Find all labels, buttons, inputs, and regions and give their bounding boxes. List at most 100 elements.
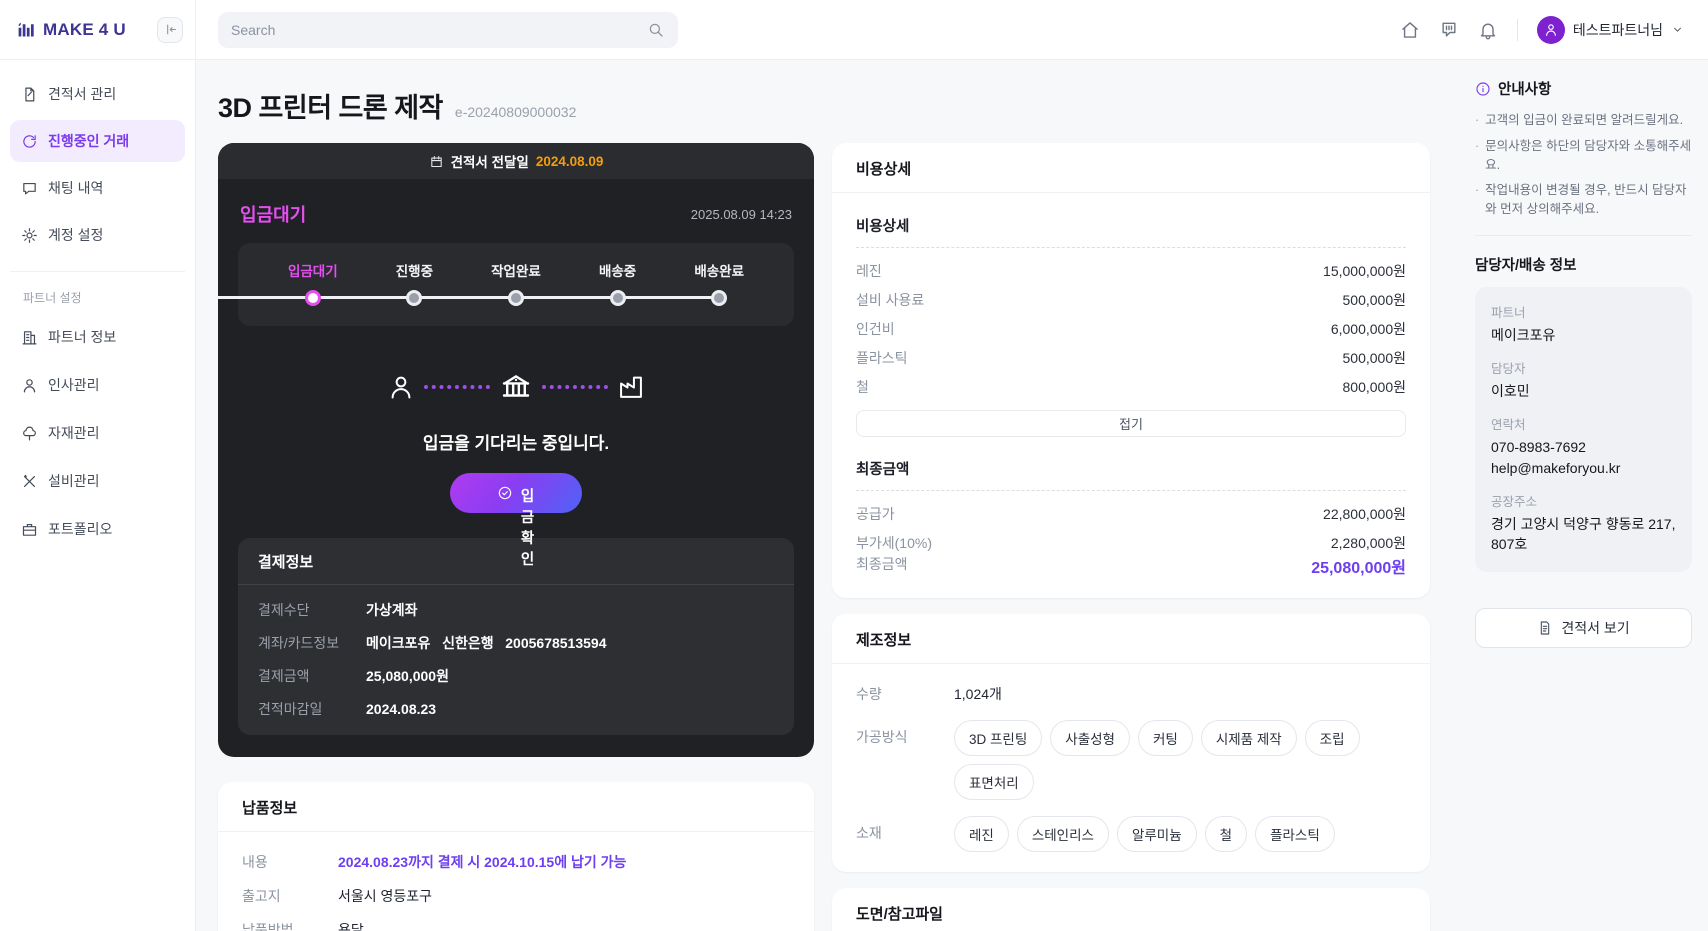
stepper-step: 배송중 (567, 260, 669, 306)
cost-detail-subtitle: 비용상세 (856, 215, 1406, 236)
cost-row-label: 인건비 (856, 319, 895, 339)
contact-card: 파트너 메이크포유 담당자 이호민 연락처 070-8983-7692 help… (1475, 287, 1692, 572)
chat-badge-icon[interactable] (1439, 20, 1459, 40)
quote-delivery-label: 견적서 전달일 (451, 151, 529, 171)
sidebar-collapse-button[interactable] (157, 17, 183, 43)
sidebar-main-menu: 견적서 관리 진행중인 거래 채팅 내역 계정 설정 (0, 60, 195, 261)
sidebar-item[interactable]: 포트폴리오 (10, 508, 185, 550)
sidebar-item[interactable]: 설비관리 (10, 460, 185, 502)
quantity-label: 수량 (856, 684, 954, 704)
search-icon[interactable] (647, 21, 665, 39)
sidebar-item-label: 설비관리 (48, 471, 100, 491)
collapse-button[interactable]: 접기 (856, 410, 1406, 437)
stepper-step: 배송완료 (668, 260, 770, 306)
step-dot (508, 290, 524, 306)
payment-flow-illustration (238, 370, 794, 404)
cost-row: 레진 15,000,000원 (856, 261, 1406, 281)
method-chip: 사출성형 (1050, 720, 1130, 756)
address-label: 공장주소 (1491, 491, 1676, 510)
sidebar-item-label: 진행중인 거래 (48, 131, 129, 151)
brand[interactable]: MAKE 4 U (16, 19, 126, 40)
step-label: 입금대기 (288, 260, 338, 278)
delivery-row-label: 납품방법 (242, 920, 338, 931)
total-row-value: 22,800,000원 (1323, 504, 1406, 524)
bank-icon (499, 370, 533, 404)
contact-label: 연락처 (1491, 414, 1676, 433)
partner-value: 메이크포유 (1491, 325, 1676, 345)
payment-row-value: 25,080,000원 (366, 666, 449, 686)
sidebar-item-label: 채팅 내역 (48, 178, 103, 198)
step-dot (305, 290, 321, 306)
calendar-icon (429, 154, 444, 169)
step-label: 배송완료 (694, 260, 744, 278)
quote-doc-icon (21, 86, 38, 103)
brand-name: MAKE 4 U (43, 20, 126, 40)
cost-row: 설비 사용료 500,000원 (856, 290, 1406, 310)
sidebar-item[interactable]: 진행중인 거래 (10, 120, 185, 162)
contact-field: 담당자 이호민 (1491, 358, 1676, 401)
sidebar-item[interactable]: 파트너 정보 (10, 316, 185, 358)
method-chip: 커팅 (1138, 720, 1193, 756)
delivery-row: 내용 2024.08.23까지 결제 시 2024.10.15에 납기 가능 (242, 852, 790, 872)
gear-icon (21, 227, 38, 244)
payment-info-title: 결제정보 (238, 538, 794, 585)
payment-row-label: 결제금액 (258, 666, 366, 686)
step-label: 배송중 (599, 260, 636, 278)
quantity-value: 1,024개 (954, 684, 1002, 704)
stepper-step: 작업완료 (465, 260, 567, 306)
cost-row-label: 철 (856, 377, 869, 397)
home-icon[interactable] (1400, 20, 1420, 40)
notice-title: 안내사항 (1498, 78, 1551, 99)
sidebar-item[interactable]: 채팅 내역 (10, 167, 185, 209)
avatar (1537, 16, 1565, 44)
step-dot (610, 290, 626, 306)
sidebar-partner-menu: 파트너 정보 인사관리 자재관리 설비관리 포트폴리오 (0, 316, 195, 556)
building-icon (21, 329, 38, 346)
cost-row-value: 500,000원 (1343, 348, 1407, 368)
sidebar-item-label: 인사관리 (48, 375, 100, 395)
manager-label: 담당자 (1491, 358, 1676, 377)
quote-delivery-bar: 견적서 전달일 2024.08.09 (218, 143, 814, 179)
notice-item: 작업내용이 변경될 경우, 반드시 담당자와 먼저 상의해주세요. (1475, 181, 1692, 219)
delivery-row-value: 서울시 영등포구 (338, 886, 432, 906)
search-bar[interactable] (218, 12, 678, 48)
files-card: 도면/참고파일 도면파일 파일 전체 다운로드 파일명 (832, 888, 1430, 931)
delivery-row: 납품방법 용달 (242, 920, 790, 931)
payment-row-label: 견적마감일 (258, 699, 366, 719)
material-chip: 레진 (954, 816, 1009, 852)
materials-icon (21, 425, 38, 442)
delivery-row-label: 출고지 (242, 886, 338, 906)
total-row-label: 공급가 (856, 504, 895, 524)
search-input[interactable] (231, 22, 639, 38)
sidebar-item[interactable]: 계정 설정 (10, 214, 185, 256)
ongoing-deal-icon (21, 133, 38, 150)
person-icon (21, 377, 38, 394)
delivery-row-value: 용달 (338, 920, 364, 931)
view-quote-button[interactable]: 견적서 보기 (1475, 608, 1692, 648)
payment-row-label: 계좌/카드정보 (258, 633, 366, 653)
document-icon (1537, 620, 1553, 636)
factory-icon (617, 373, 645, 401)
payment-info-card: 결제정보 결제수단 가상계좌 계좌/카드정보 (238, 538, 794, 735)
info-rail: 안내사항 고객의 입금이 완료되면 알려드릴게요.문의사항은 하단의 담당자와 … (1457, 60, 1708, 931)
contact-field: 공장주소 경기 고양시 덕양구 향동로 217, 807호 (1491, 491, 1676, 555)
payment-row: 계좌/카드정보 메이크포유 신한은행 2005678513594 (258, 633, 774, 653)
dashed-divider (856, 490, 1406, 491)
payment-row-value: 2024.08.23 (366, 701, 436, 717)
sidebar-section-label: 파트너 설정 (10, 271, 185, 316)
sidebar-item[interactable]: 견적서 관리 (10, 73, 185, 115)
bell-icon[interactable] (1478, 20, 1498, 40)
material-chip: 알루미늄 (1117, 816, 1197, 852)
sidebar-item[interactable]: 인사관리 (10, 364, 185, 406)
method-chip: 조립 (1305, 720, 1360, 756)
cost-row-value: 15,000,000원 (1323, 261, 1406, 281)
stepper-step: 입금대기 (262, 260, 364, 306)
sidebar-item[interactable]: 자재관리 (10, 412, 185, 454)
user-menu[interactable]: 테스트파트너님 (1537, 16, 1684, 44)
payment-confirm-button[interactable]: 입금확인 (450, 473, 582, 513)
sidebar-header: MAKE 4 U (0, 0, 195, 60)
notice-item: 고객의 입금이 완료되면 알려드릴게요. (1475, 111, 1692, 130)
flow-dots (424, 385, 490, 389)
payment-row: 견적마감일 2024.08.23 (258, 699, 774, 719)
payment-row-value: 가상계좌 (366, 600, 418, 620)
